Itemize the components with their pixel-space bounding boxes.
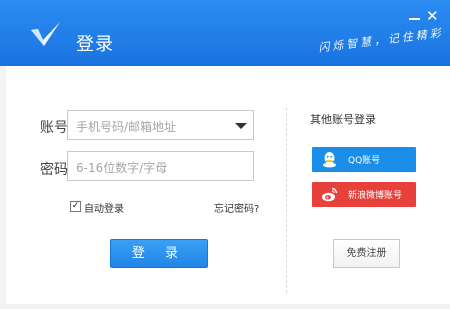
minimize-button[interactable] — [408, 10, 422, 24]
weibo-login-button[interactable]: 新浪微博账号 — [312, 182, 416, 207]
title-bar: 登录 闪烁智慧，记住精彩 ✕ — [0, 0, 450, 66]
login-window: 登录 闪烁智慧，记住精彩 ✕ 账号 手机号码/邮箱地址 密码 6-16位数字/字… — [0, 0, 450, 309]
account-label: 账号 — [40, 120, 68, 136]
checkmark-logo-icon — [31, 22, 60, 46]
account-placeholder: 手机号码/邮箱地址 — [76, 120, 177, 134]
window-bottom-edge — [0, 304, 450, 309]
auto-login-checkbox[interactable]: ✓ — [70, 201, 81, 212]
password-input[interactable]: 6-16位数字/字母 — [67, 151, 254, 181]
window-left-edge — [0, 66, 6, 309]
dropdown-arrow-icon[interactable] — [235, 123, 247, 129]
vertical-divider — [286, 108, 287, 293]
slogan-text: 闪烁智慧，记住精彩 — [317, 26, 445, 55]
window-title: 登录 — [76, 34, 114, 55]
password-placeholder: 6-16位数字/字母 — [76, 161, 168, 175]
qq-login-label: QQ账号 — [348, 156, 381, 166]
weibo-icon — [322, 187, 338, 202]
password-label: 密码 — [40, 162, 68, 178]
weibo-login-label: 新浪微博账号 — [348, 191, 403, 201]
qq-penguin-icon — [323, 152, 336, 168]
register-button[interactable]: 免费注册 — [333, 239, 400, 268]
other-login-title: 其他账号登录 — [310, 113, 376, 126]
forgot-password-link[interactable]: 忘记密码? — [214, 200, 259, 215]
auto-login-label[interactable]: 自动登录 — [84, 200, 124, 215]
close-button[interactable]: ✕ — [426, 9, 440, 24]
login-button[interactable]: 登 录 — [110, 239, 208, 268]
account-input[interactable]: 手机号码/邮箱地址 — [67, 110, 254, 140]
qq-login-button[interactable]: QQ账号 — [312, 147, 416, 172]
